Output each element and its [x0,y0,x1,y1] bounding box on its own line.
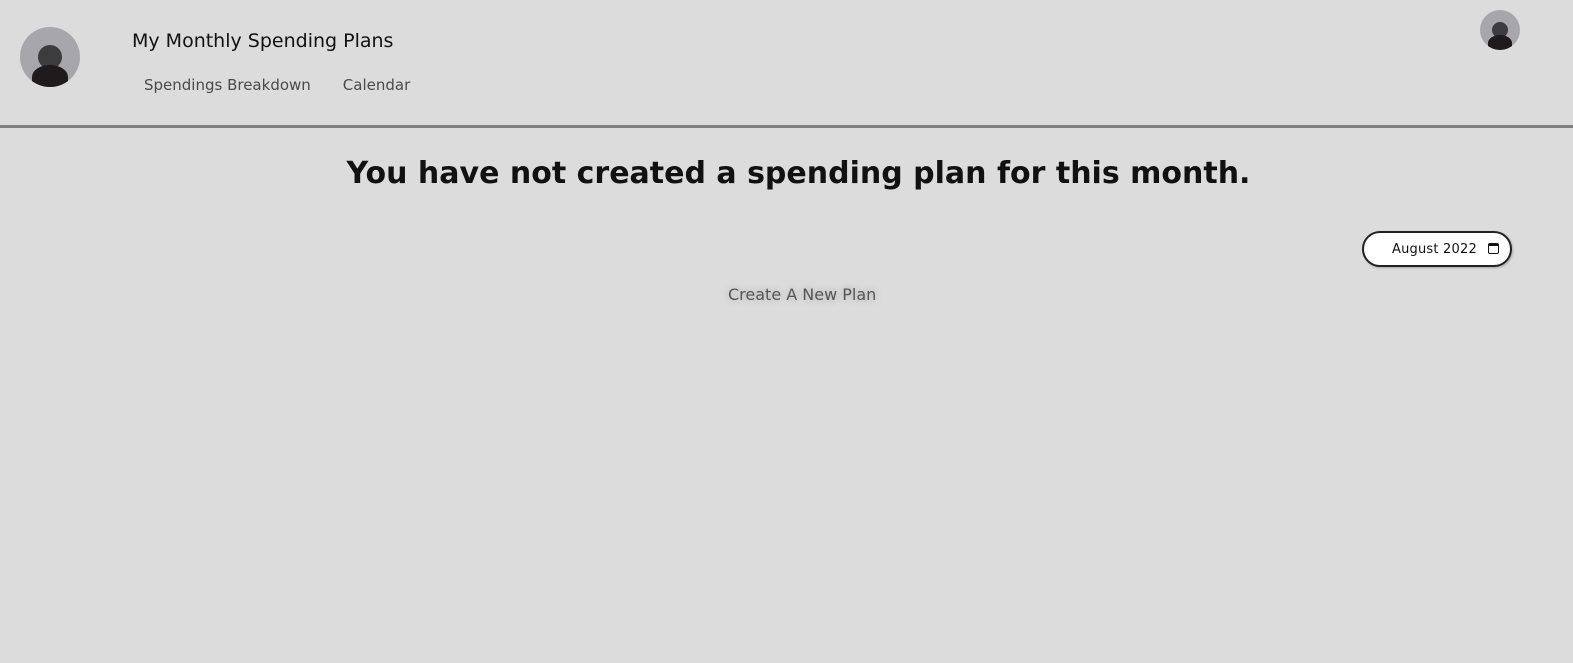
calendar-icon[interactable] [1488,243,1499,254]
logo-avatar-icon [20,27,80,87]
create-new-plan-button[interactable]: Create A New Plan [728,285,876,304]
month-picker-value: August 2022 [1392,242,1477,257]
empty-state-headline: You have not created a spending plan for… [346,156,1251,191]
profile-avatar-icon[interactable] [1480,10,1520,50]
nav-link-spendings-breakdown[interactable]: Spendings Breakdown [144,76,311,94]
app-header: My Monthly Spending Plans Spendings Brea… [0,0,1573,128]
site-title: My Monthly Spending Plans [132,30,394,52]
nav-link-calendar[interactable]: Calendar [343,76,410,94]
avatar-body [32,65,68,87]
main-nav: Spendings Breakdown Calendar [144,76,410,94]
month-picker-input[interactable]: August 2022 [1362,231,1512,267]
main-content: You have not created a spending plan for… [0,128,1573,663]
avatar-body [1488,35,1512,50]
